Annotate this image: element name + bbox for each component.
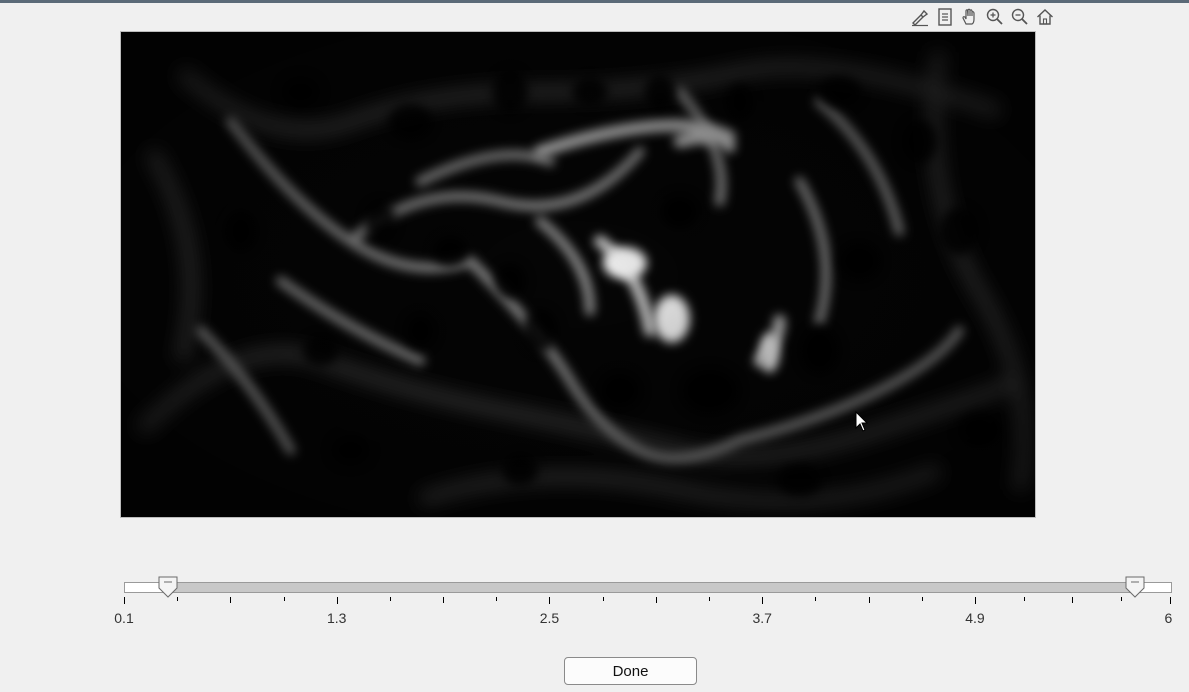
minor-tick [389, 597, 391, 601]
minor-tick [602, 597, 604, 601]
major-tick [549, 597, 551, 604]
major-tick [974, 597, 976, 604]
tick-label: 6 [1164, 610, 1173, 626]
minor-tick [443, 597, 445, 603]
major-tick [762, 597, 764, 604]
done-button[interactable]: Done [564, 657, 697, 685]
tick-label: 2.5 [539, 610, 560, 626]
minor-tick [1072, 597, 1074, 603]
minor-tick [283, 597, 285, 601]
datatip-icon[interactable] [933, 5, 957, 29]
axes-toolbar [908, 5, 1057, 29]
minor-tick [496, 597, 498, 601]
brush-icon[interactable] [908, 5, 932, 29]
filtered-image[interactable] [120, 31, 1036, 518]
slider-low-thumb[interactable] [157, 576, 179, 598]
tick-label: 4.9 [965, 610, 985, 626]
slider-high-thumb[interactable] [1124, 576, 1146, 598]
minor-tick [177, 597, 179, 601]
minor-tick [921, 597, 923, 601]
minor-tick [1121, 597, 1123, 601]
range-slider[interactable] [124, 576, 1172, 598]
minor-tick [815, 597, 817, 601]
minor-tick [230, 597, 232, 603]
minor-tick [868, 597, 870, 603]
tick-label: 0.1 [114, 610, 134, 626]
tick-label: 1.3 [327, 610, 347, 626]
window-top-border [0, 0, 1189, 3]
minor-tick [655, 597, 657, 603]
mouse-cursor-icon [855, 411, 869, 432]
minor-tick [709, 597, 711, 601]
major-tick [336, 597, 338, 604]
slider-ticks [0, 597, 1189, 607]
zoom-in-icon[interactable] [983, 5, 1007, 29]
major-tick [124, 597, 125, 604]
zoom-out-icon[interactable] [1008, 5, 1032, 29]
home-icon[interactable] [1033, 5, 1057, 29]
slider-selected-range [168, 583, 1135, 592]
minor-tick [1023, 597, 1025, 601]
pan-hand-icon[interactable] [958, 5, 982, 29]
major-tick [1170, 597, 1171, 604]
tick-label: 3.7 [752, 610, 772, 626]
vessel-texture-image [121, 32, 1035, 517]
